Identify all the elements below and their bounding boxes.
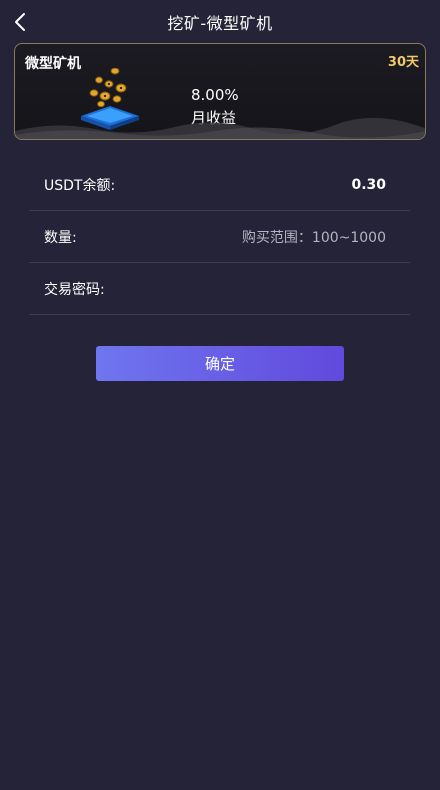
purchase-form: USDT余额: 0.30 数量: 购买范围：100~1000 交易密码: <box>29 159 410 315</box>
product-name: 微型矿机 <box>25 56 81 72</box>
password-label: 交易密码: <box>44 281 105 298</box>
quantity-row: 数量: 购买范围：100~1000 <box>29 211 410 263</box>
back-button[interactable] <box>8 10 32 34</box>
quantity-input[interactable]: 购买范围：100~1000 <box>242 227 386 247</box>
chevron-left-icon <box>15 13 25 31</box>
product-card: 微型矿机 30天 8.00% 月收益 <box>14 43 426 140</box>
confirm-button[interactable]: 确定 <box>96 346 344 381</box>
top-bar: 挖矿-微型矿机 <box>0 0 440 44</box>
monthly-rate-value: 8.00% <box>191 86 239 104</box>
product-duration-badge: 30天 <box>387 55 419 70</box>
card-wave-decoration <box>15 117 425 139</box>
balance-row: USDT余额: 0.30 <box>29 159 410 211</box>
quantity-label: 数量: <box>44 229 77 246</box>
balance-label: USDT余额: <box>44 177 116 194</box>
password-row: 交易密码: <box>29 263 410 315</box>
password-input[interactable] <box>116 280 386 297</box>
page-title: 挖矿-微型矿机 <box>167 14 273 33</box>
balance-value: 0.30 <box>351 176 386 193</box>
